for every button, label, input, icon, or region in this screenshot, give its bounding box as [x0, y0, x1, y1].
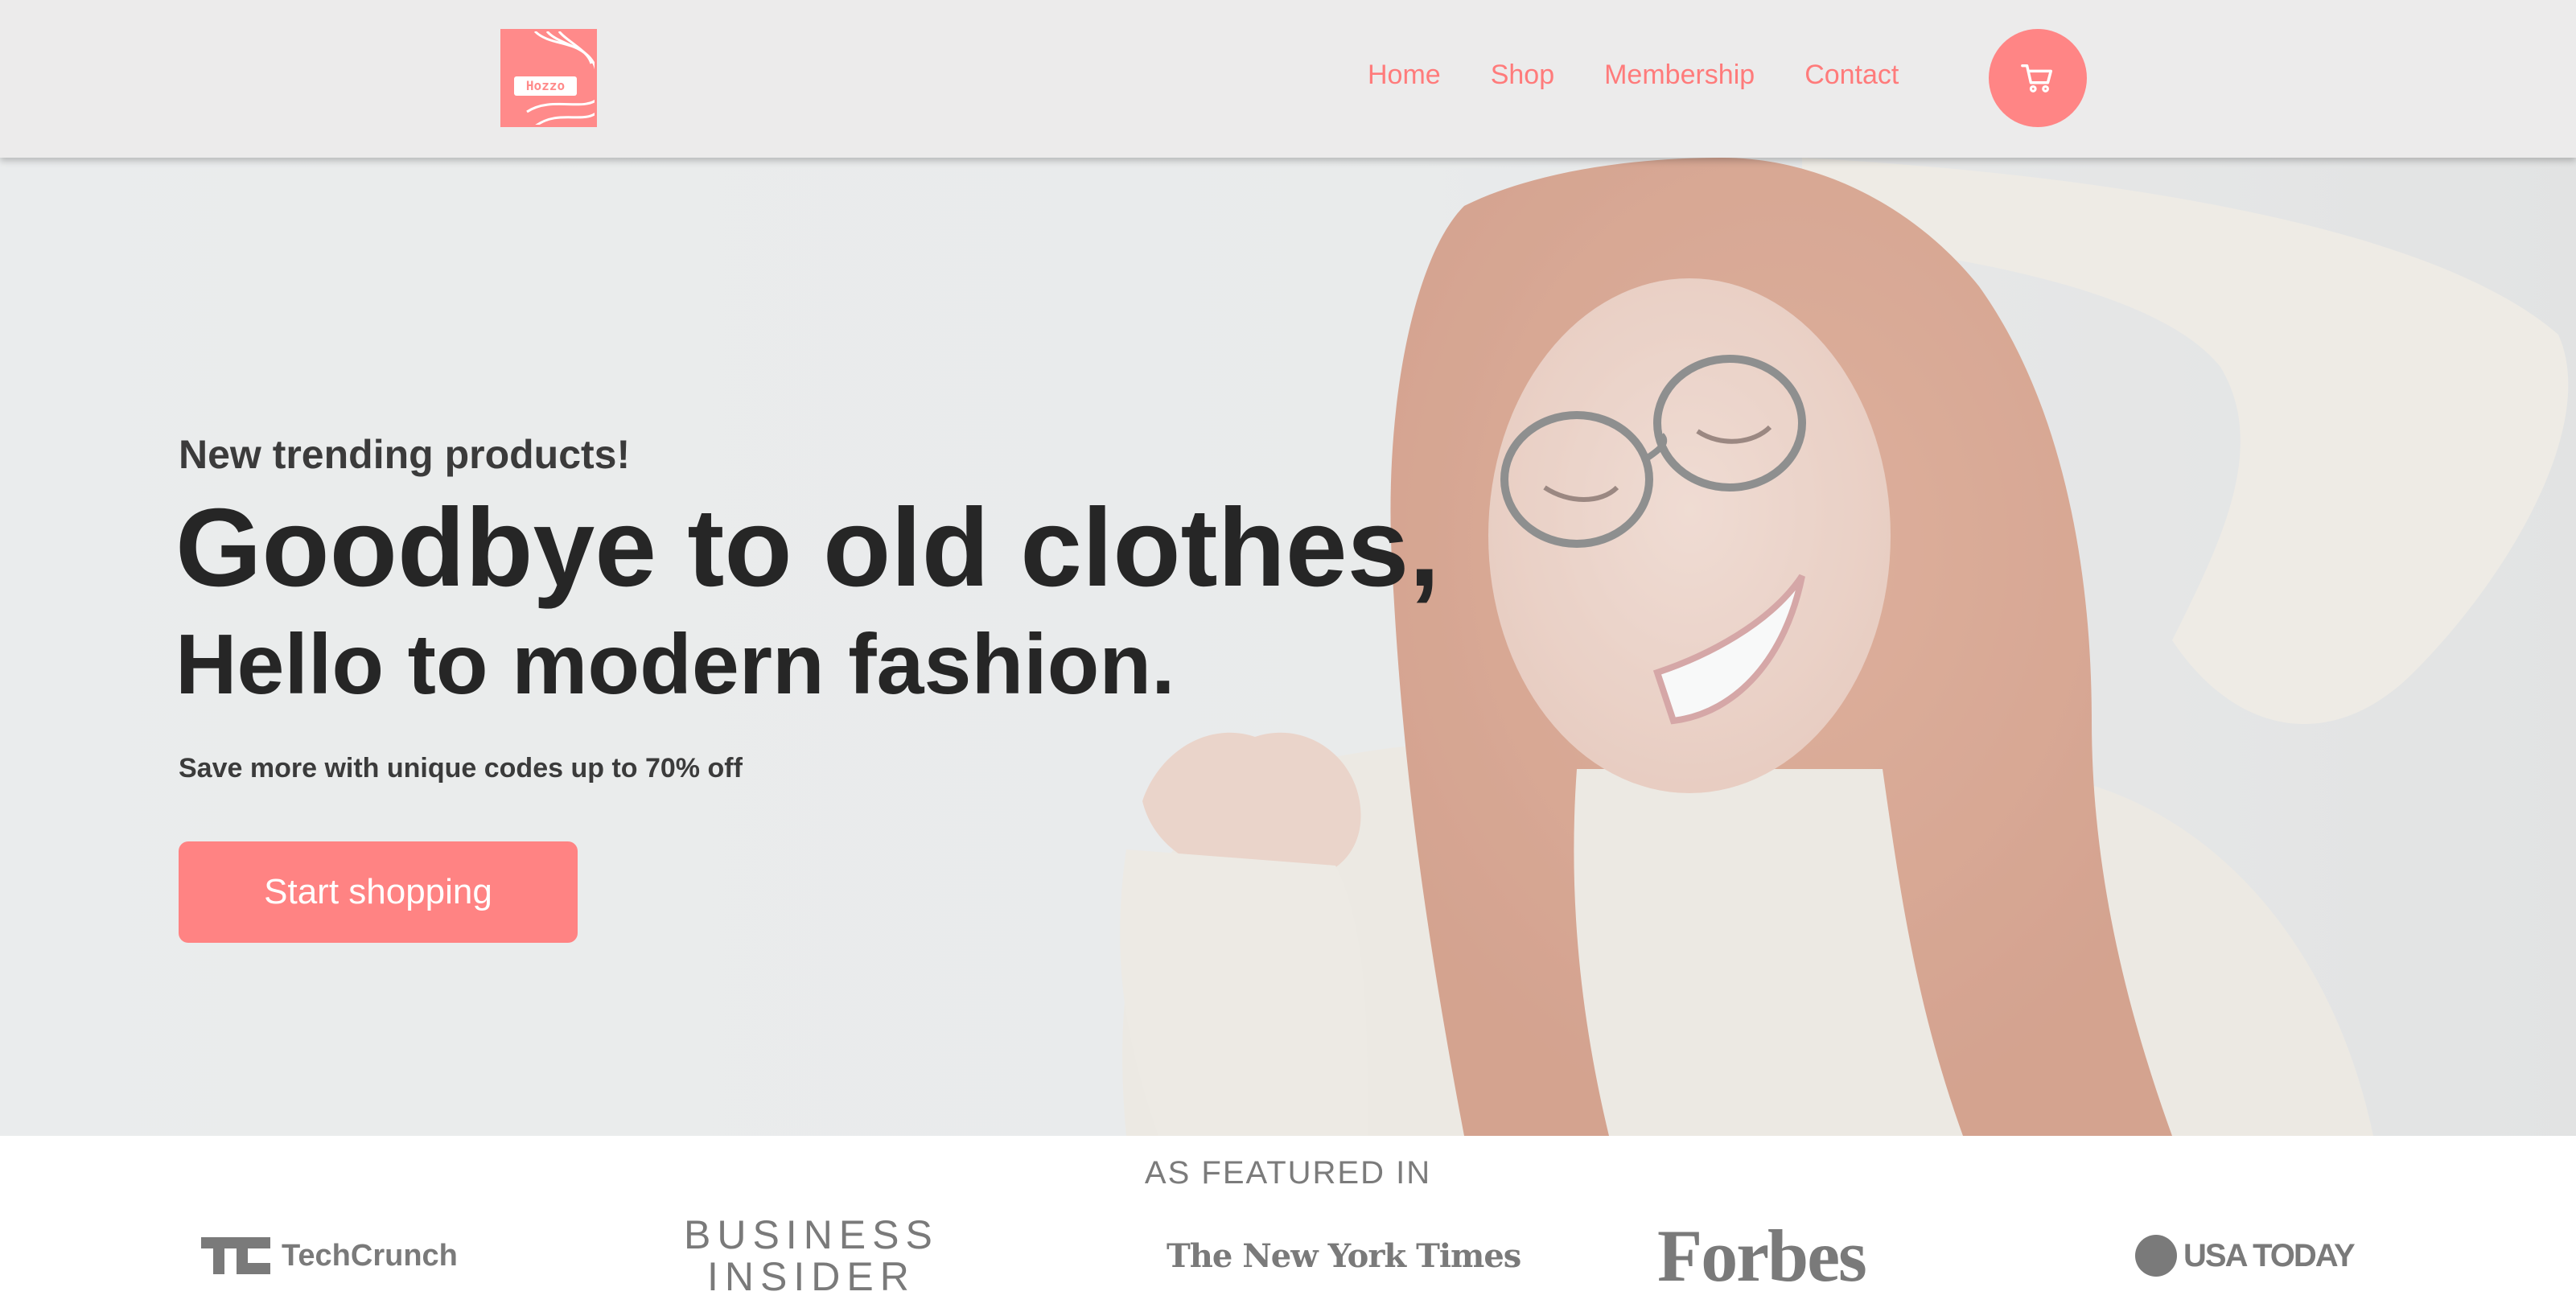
usa-today-dot-icon	[2135, 1235, 2177, 1277]
nav-shop-link[interactable]: Shop	[1491, 60, 1554, 91]
nyt-logo-text: The New York Times	[1167, 1236, 1521, 1275]
nav-contact-link[interactable]: Contact	[1804, 60, 1899, 91]
hero-kicker: New trending products!	[179, 432, 631, 477]
hero-title-line-1: Goodbye to old clothes,	[175, 486, 1440, 610]
cart-icon	[2021, 64, 2053, 93]
nav-membership-link[interactable]: Membership	[1604, 60, 1755, 91]
techcrunch-tc-mark-icon	[201, 1237, 270, 1274]
techcrunch-logo: TechCrunch	[201, 1211, 458, 1300]
usa-today-logo: USA TODAY	[2135, 1211, 2356, 1300]
hero-subtitle: Save more with unique codes up to 70% of…	[179, 753, 743, 784]
business-insider-logo: BUSINESS INSIDER	[684, 1211, 939, 1300]
brand-logo[interactable]: Hozzo	[500, 29, 597, 127]
site-header: Hozzo Home Shop Membership Contact	[0, 0, 2576, 158]
nyt-logo: The New York Times	[1167, 1211, 1521, 1300]
forbes-logo: Forbes	[1657, 1211, 1867, 1300]
business-insider-line-1: BUSINESS	[684, 1212, 939, 1257]
techcrunch-logo-text: TechCrunch	[282, 1238, 458, 1273]
featured-in-section: AS FEATURED IN TechCrunch BUSINESS INSID…	[0, 1136, 2576, 1308]
main-nav: Home Shop Membership Contact	[1368, 0, 1948, 150]
forbes-logo-text: Forbes	[1657, 1215, 1867, 1297]
hero-section: New trending products! Goodbye to old cl…	[0, 158, 2576, 1136]
business-insider-line-2: INSIDER	[707, 1254, 916, 1299]
start-shopping-button[interactable]: Start shopping	[179, 841, 578, 943]
featured-heading: AS FEATURED IN	[1144, 1155, 1432, 1191]
cart-button[interactable]	[1989, 29, 2087, 127]
nav-home-link[interactable]: Home	[1368, 60, 1441, 91]
hero-title-line-2: Hello to modern fashion.	[175, 617, 1175, 712]
brand-logo-text: Hozzo	[514, 76, 577, 96]
usa-today-logo-text: USA TODAY	[2183, 1237, 2356, 1273]
